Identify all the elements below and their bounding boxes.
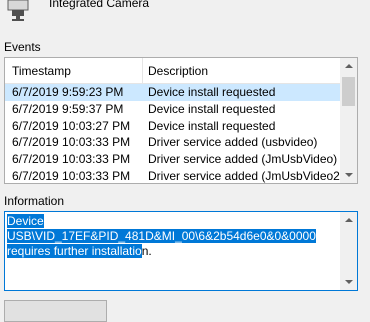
row-timestamp: 6/7/2019 10:03:33 PM [12,135,131,150]
row-timestamp: 6/7/2019 9:59:37 PM [12,101,124,116]
table-row[interactable]: 6/7/2019 10:03:33 PM Driver service adde… [5,168,344,183]
scroll-thumb[interactable] [342,77,355,106]
information-textbox[interactable]: Device USB\VID_17EF&PID_481D&MI_00\6&2b5… [4,211,358,291]
events-label: Events [4,40,41,54]
dialog-button[interactable] [4,300,107,322]
chevron-up-icon [345,64,353,68]
information-text-selected-line1: Device USB\VID_17EF&PID_481D&MI_00\6&2b5… [7,214,316,243]
events-list[interactable]: Timestamp Description 6/7/2019 9:59:23 P… [4,57,358,184]
row-timestamp: 6/7/2019 9:59:23 PM [12,85,124,99]
table-row[interactable]: 6/7/2019 9:59:37 PM Device install reque… [5,101,343,118]
row-description: Device install requested [148,85,276,99]
information-label: Information [4,194,65,208]
scroll-up-button[interactable] [340,58,357,75]
information-text: Device USB\VID_17EF&PID_481D&MI_00\6&2b5… [7,214,337,259]
row-description: Driver service added (JmUsbVideo2) [148,168,344,183]
row-timestamp: 6/7/2019 10:03:33 PM [12,168,131,183]
chevron-up-icon [345,218,353,222]
events-list-header: Timestamp Description [5,58,343,84]
events-rows: 6/7/2019 9:59:23 PM Device install reque… [5,84,344,183]
row-timestamp: 6/7/2019 10:03:33 PM [12,152,131,167]
information-text-rest: n. [141,244,152,258]
events-scrollbar[interactable] [340,58,357,183]
row-description: Driver service added (usbvideo) [148,135,318,150]
camera-icon [7,0,29,21]
information-text-selected-line2: requires further installatio [7,244,142,258]
chevron-down-icon [345,173,353,177]
table-row[interactable]: 6/7/2019 10:03:27 PM Device install requ… [5,118,343,135]
row-description: Driver service added (JmUsbVideo) [148,152,338,167]
column-header-timestamp[interactable]: Timestamp [5,58,143,83]
scroll-down-button[interactable] [340,273,357,290]
row-timestamp: 6/7/2019 10:03:27 PM [12,118,131,133]
chevron-down-icon [345,280,353,284]
table-row[interactable]: 6/7/2019 10:03:33 PM Driver service adde… [5,151,343,168]
information-scrollbar[interactable] [340,212,357,290]
table-row[interactable]: 6/7/2019 9:59:23 PM Device install reque… [5,84,343,101]
column-header-description[interactable]: Description [143,58,348,83]
row-description: Device install requested [148,118,276,133]
scroll-up-button[interactable] [340,212,357,229]
row-description: Device install requested [148,101,276,116]
scroll-down-button[interactable] [340,166,357,183]
table-row[interactable]: 6/7/2019 10:03:33 PM Driver service adde… [5,134,343,151]
device-header: Integrated Camera [0,0,370,22]
device-name: Integrated Camera [49,0,150,10]
